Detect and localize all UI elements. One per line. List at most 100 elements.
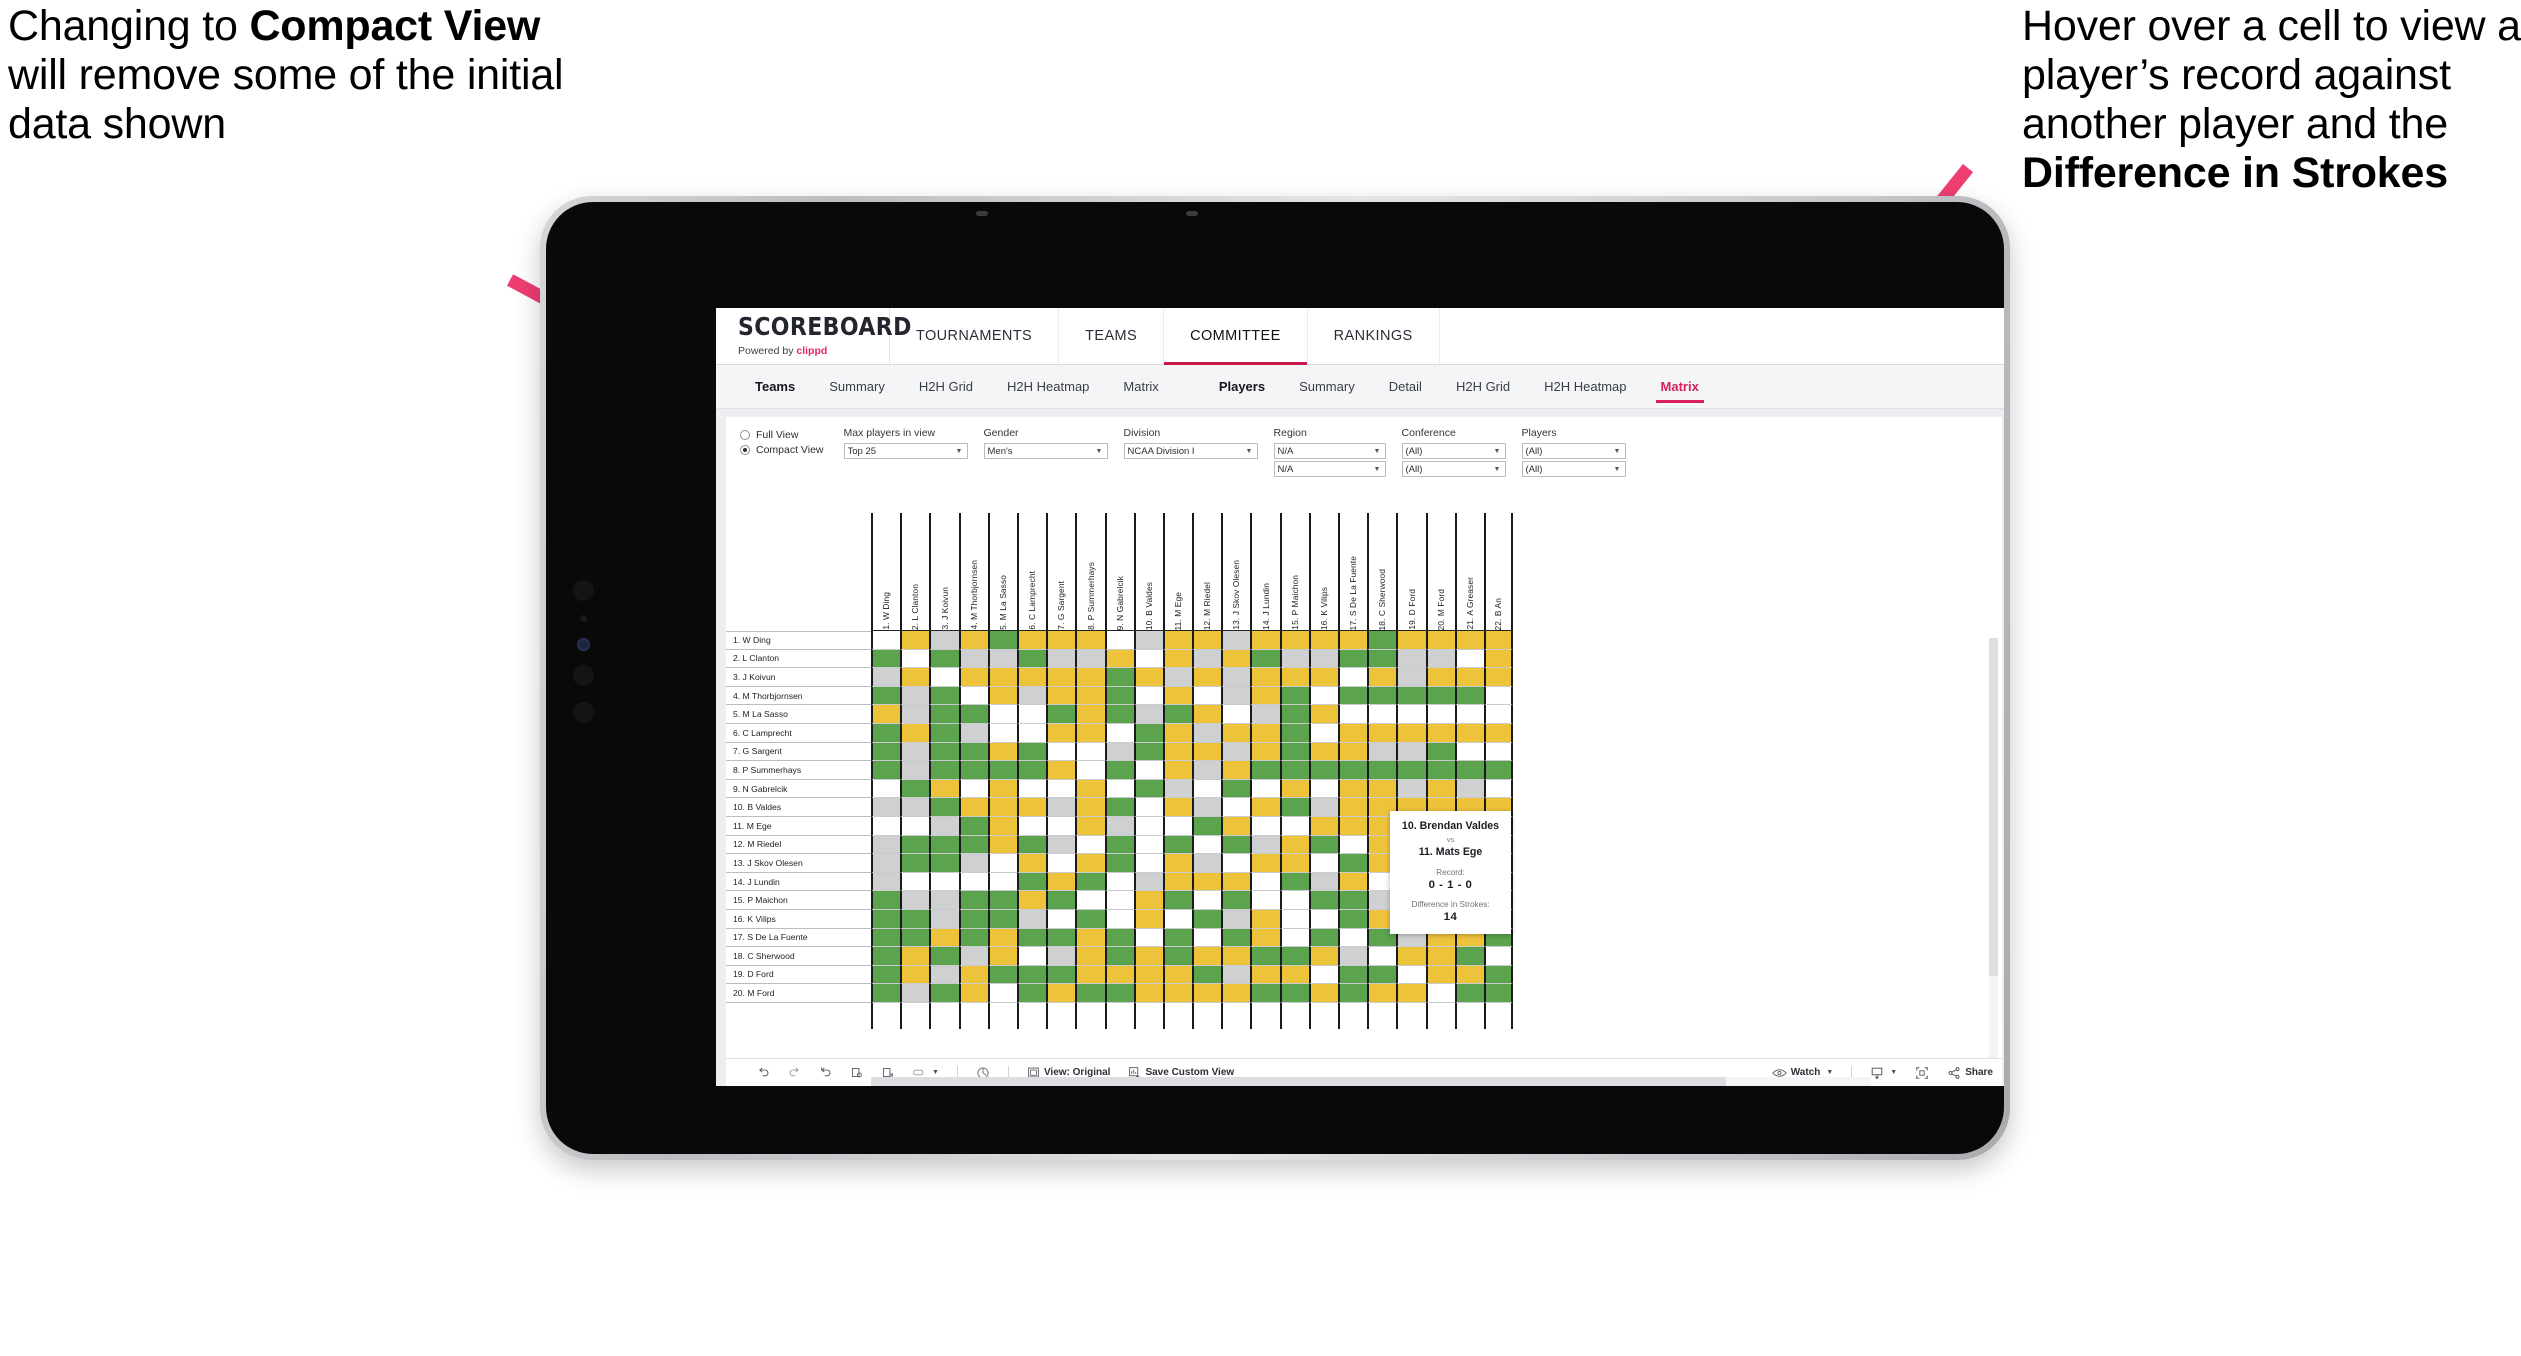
matrix-cell[interactable] xyxy=(1075,668,1105,687)
matrix-cell[interactable] xyxy=(929,779,959,799)
matrix-cell[interactable] xyxy=(1104,761,1134,780)
matrix-cell[interactable] xyxy=(1250,984,1280,1003)
matrix-row-header[interactable]: 14. J Lundin xyxy=(726,872,871,892)
matrix-cell[interactable] xyxy=(871,686,901,706)
matrix-cell[interactable] xyxy=(987,631,1017,650)
matrix-cell[interactable] xyxy=(1338,668,1368,687)
matrix-cell[interactable] xyxy=(900,668,930,687)
matrix-cell[interactable] xyxy=(929,816,959,836)
matrix-cell[interactable] xyxy=(1104,854,1134,873)
matrix-cell[interactable] xyxy=(1162,854,1193,873)
matrix-cell[interactable] xyxy=(1221,835,1251,855)
matrix-cell[interactable] xyxy=(987,649,1017,669)
matrix-cell[interactable] xyxy=(1279,705,1309,724)
matrix-col-header[interactable]: 19. D Ford xyxy=(1396,513,1425,630)
matrix-cell[interactable] xyxy=(958,723,988,743)
matrix-cell[interactable] xyxy=(1162,984,1193,1003)
matrix-col-header[interactable]: 9. N Gabrelcik xyxy=(1104,513,1134,630)
matrix-cell[interactable] xyxy=(1104,779,1134,799)
matrix-cell[interactable] xyxy=(1016,631,1047,650)
matrix-cell[interactable] xyxy=(871,798,901,817)
matrix-cell[interactable] xyxy=(958,742,988,762)
matrix-cell[interactable] xyxy=(1162,686,1193,706)
matrix-cell[interactable] xyxy=(1104,798,1134,817)
matrix-col-header[interactable]: 20. M Ford xyxy=(1425,513,1455,630)
matrix-cell[interactable] xyxy=(958,891,988,910)
matrix-cell[interactable] xyxy=(1279,686,1309,706)
matrix-cell[interactable] xyxy=(1396,723,1426,743)
matrix-cell[interactable] xyxy=(1162,947,1193,966)
matrix-cell[interactable] xyxy=(1338,984,1368,1003)
matrix-cell[interactable] xyxy=(1454,686,1484,706)
matrix-cell[interactable] xyxy=(1279,835,1309,855)
matrix-cell[interactable] xyxy=(900,947,930,966)
matrix-cell[interactable] xyxy=(958,705,988,724)
matrix-cell[interactable] xyxy=(1279,649,1309,669)
matrix-cell[interactable] xyxy=(1250,742,1280,762)
matrix-col-header[interactable]: 22. B An xyxy=(1483,513,1514,630)
matrix-cell[interactable] xyxy=(1075,816,1105,836)
matrix-cell[interactable] xyxy=(1425,965,1455,985)
matrix-cell[interactable] xyxy=(1483,779,1514,799)
matrix-cell[interactable] xyxy=(987,723,1017,743)
matrix-cell[interactable] xyxy=(1192,928,1222,948)
matrix-cell[interactable] xyxy=(929,761,959,780)
matrix-cell[interactable] xyxy=(1133,891,1163,910)
matrix-cell[interactable] xyxy=(1279,761,1309,780)
matrix-cell[interactable] xyxy=(1104,909,1134,929)
matrix-cell[interactable] xyxy=(1016,891,1047,910)
matrix-col-header[interactable]: 17. S De La Fuente xyxy=(1338,513,1367,630)
matrix-cell[interactable] xyxy=(1162,761,1193,780)
matrix-cell[interactable] xyxy=(987,854,1017,873)
matrix-row-header[interactable]: 12. M Riedel xyxy=(726,835,871,855)
matrix-cell[interactable] xyxy=(871,984,901,1003)
matrix-cell[interactable] xyxy=(929,872,959,892)
sub-tab-summary[interactable]: Summary xyxy=(812,365,902,409)
matrix-cell[interactable] xyxy=(900,816,930,836)
matrix-cell[interactable] xyxy=(1367,761,1397,780)
matrix-cell[interactable] xyxy=(1162,909,1193,929)
matrix-cell[interactable] xyxy=(1046,723,1076,743)
matrix-row-header[interactable]: 15. P Maichon xyxy=(726,891,871,910)
matrix-cell[interactable] xyxy=(1016,779,1047,799)
matrix-cell[interactable] xyxy=(1133,631,1163,650)
matrix-cell[interactable] xyxy=(1162,779,1193,799)
matrix-cell[interactable] xyxy=(1133,649,1163,669)
matrix-cell[interactable] xyxy=(1279,947,1309,966)
matrix-cell[interactable] xyxy=(958,631,988,650)
matrix-cell[interactable] xyxy=(1279,909,1309,929)
matrix-cell[interactable] xyxy=(1279,928,1309,948)
matrix-cell[interactable] xyxy=(1016,835,1047,855)
matrix-cell[interactable] xyxy=(1338,779,1368,799)
matrix-col-header[interactable]: 14. J Lundin xyxy=(1250,513,1279,630)
redo-button[interactable] xyxy=(779,1059,810,1087)
matrix-cell[interactable] xyxy=(1075,984,1105,1003)
matrix-cell[interactable] xyxy=(900,686,930,706)
filter-select-players-2[interactable]: (All) ▼ xyxy=(1521,461,1626,477)
matrix-cell[interactable] xyxy=(1454,761,1484,780)
sub-tab-matrix[interactable]: Matrix xyxy=(1644,365,1716,409)
matrix-cell[interactable] xyxy=(1046,798,1076,817)
matrix-cell[interactable] xyxy=(1046,631,1076,650)
matrix-cell[interactable] xyxy=(1016,984,1047,1003)
matrix-cell[interactable] xyxy=(1308,909,1338,929)
matrix-cell[interactable] xyxy=(958,909,988,929)
fullscreen-button[interactable] xyxy=(1906,1059,1938,1087)
matrix-cell[interactable] xyxy=(958,668,988,687)
matrix-cell[interactable] xyxy=(1250,854,1280,873)
matrix-cell[interactable] xyxy=(1279,631,1309,650)
matrix-cell[interactable] xyxy=(900,965,930,985)
matrix-cell[interactable] xyxy=(1046,854,1076,873)
matrix-cell[interactable] xyxy=(1133,761,1163,780)
matrix-cell[interactable] xyxy=(929,723,959,743)
matrix-cell[interactable] xyxy=(1367,965,1397,985)
matrix-cell[interactable] xyxy=(1162,928,1193,948)
matrix-cell[interactable] xyxy=(958,984,988,1003)
top-nav-item-teams[interactable]: TEAMS xyxy=(1059,308,1165,364)
matrix-cell[interactable] xyxy=(871,928,901,948)
matrix-row-header[interactable]: 6. C Lamprecht xyxy=(726,723,871,743)
top-nav-item-tournaments[interactable]: TOURNAMENTS xyxy=(890,308,1060,364)
matrix-cell[interactable] xyxy=(1250,668,1280,687)
matrix-cell[interactable] xyxy=(1338,928,1368,948)
matrix-cell[interactable] xyxy=(1221,872,1251,892)
